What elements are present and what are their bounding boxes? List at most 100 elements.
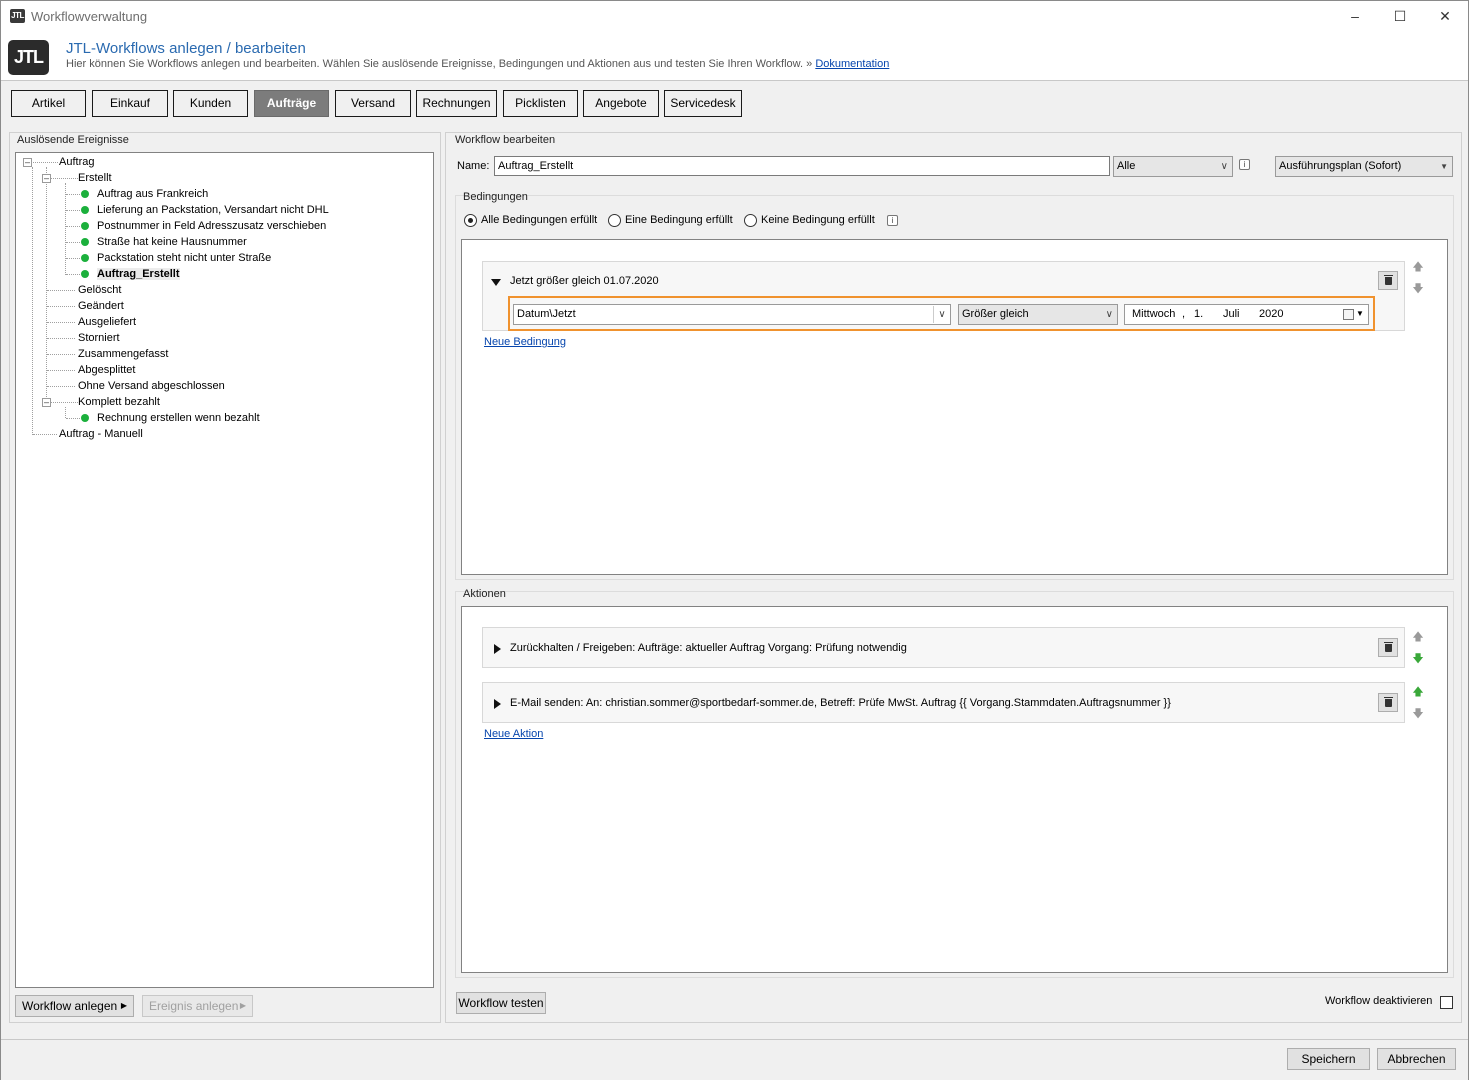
minimize-icon[interactable]: – bbox=[1332, 1, 1378, 31]
bottom-bar bbox=[1, 1039, 1468, 1080]
page-header: JTL JTL-Workflows anlegen / bearbeiten H… bbox=[1, 31, 1468, 81]
delete-action-icon[interactable] bbox=[1378, 638, 1398, 657]
tree-item-event[interactable]: Postnummer in Feld Adresszusatz verschie… bbox=[97, 220, 326, 232]
delete-action-icon[interactable] bbox=[1378, 693, 1398, 712]
arrow-up-icon[interactable]: 🡅 bbox=[1412, 686, 1424, 698]
radio-no-condition[interactable] bbox=[744, 214, 757, 227]
collapse-komplett-icon[interactable]: – bbox=[42, 398, 51, 407]
events-tree[interactable]: – Auftrag – Erstellt Auftrag aus Frankre… bbox=[15, 152, 434, 988]
tree-item-ohne-versand[interactable]: Ohne Versand abgeschlossen bbox=[78, 380, 225, 392]
arrow-up-icon[interactable]: 🡅 bbox=[1412, 631, 1424, 643]
tab-versand[interactable]: Versand bbox=[335, 90, 411, 117]
date-year: 2020 bbox=[1259, 308, 1284, 320]
radio-all-label[interactable]: Alle Bedingungen erfüllt bbox=[481, 214, 597, 226]
tab-rechnungen[interactable]: Rechnungen bbox=[416, 90, 497, 117]
new-condition-link[interactable]: Neue Bedingung bbox=[484, 336, 566, 348]
delete-condition-icon[interactable] bbox=[1378, 271, 1398, 290]
date-month: Juli bbox=[1223, 308, 1240, 320]
page-subtitle: Hier können Sie Workflows anlegen und be… bbox=[66, 58, 889, 70]
condition-title[interactable]: Jetzt größer gleich 01.07.2020 bbox=[510, 275, 659, 287]
tree-item-selected[interactable]: Auftrag_Erstellt bbox=[97, 268, 180, 280]
create-workflow-button[interactable]: Workflow anlegen ▶ bbox=[15, 995, 134, 1017]
operator-value: Größer gleich bbox=[962, 308, 1029, 320]
tree-item-event[interactable]: Straße hat keine Hausnummer bbox=[97, 236, 247, 248]
window-title: Workflowverwaltung bbox=[31, 9, 148, 24]
collapse-auftrag-icon[interactable]: – bbox=[23, 158, 32, 167]
close-icon[interactable]: ✕ bbox=[1422, 1, 1468, 31]
tab-einkauf[interactable]: Einkauf bbox=[92, 90, 168, 117]
caret-right-icon: ▶ bbox=[120, 1001, 127, 1010]
chevron-down-icon: ∨ bbox=[1105, 309, 1113, 320]
action-title[interactable]: E-Mail senden: An: christian.sommer@spor… bbox=[510, 697, 1171, 709]
radio-none-label[interactable]: Keine Bedingung erfüllt bbox=[761, 214, 875, 226]
date-separator: , bbox=[1182, 308, 1186, 320]
status-dot-icon bbox=[81, 254, 89, 262]
action-title[interactable]: Zurückhalten / Freigeben: Aufträge: aktu… bbox=[510, 642, 907, 654]
tree-item-event[interactable]: Rechnung erstellen wenn bezahlt bbox=[97, 412, 260, 424]
tree-item-ausgeliefert[interactable]: Ausgeliefert bbox=[78, 316, 136, 328]
tab-picklisten[interactable]: Picklisten bbox=[503, 90, 578, 117]
arrow-up-icon[interactable]: 🡅 bbox=[1412, 261, 1424, 273]
tree-item-komplett-bezahlt[interactable]: Komplett bezahlt bbox=[78, 396, 160, 408]
new-action-link[interactable]: Neue Aktion bbox=[484, 728, 543, 740]
tree-item-abgesplittet[interactable]: Abgesplittet bbox=[78, 364, 135, 376]
arrow-down-icon[interactable]: 🡇 bbox=[1412, 708, 1424, 720]
tab-auftraege[interactable]: Aufträge bbox=[254, 90, 329, 117]
date-weekday: Mittwoch bbox=[1132, 308, 1176, 320]
expand-action-icon[interactable] bbox=[494, 644, 501, 654]
create-event-label: Ereignis anlegen bbox=[149, 999, 239, 1013]
condition-field-select[interactable]: Datum\Jetzt ∨ bbox=[513, 304, 951, 325]
tree-item-event[interactable]: Auftrag aus Frankreich bbox=[97, 188, 208, 200]
page-title: JTL-Workflows anlegen / bearbeiten bbox=[66, 40, 306, 57]
chevron-down-icon: ∨ bbox=[1220, 161, 1228, 172]
execution-plan-value: Ausführungsplan (Sofort) bbox=[1279, 160, 1402, 172]
info-icon[interactable]: i bbox=[887, 215, 898, 226]
status-dot-icon bbox=[81, 206, 89, 214]
tree-item-geaendert[interactable]: Geändert bbox=[78, 300, 124, 312]
arrow-down-icon[interactable]: 🡇 bbox=[1412, 653, 1424, 665]
execution-plan-select[interactable]: Ausführungsplan (Sofort) ▼ bbox=[1275, 156, 1453, 177]
operator-select[interactable]: Größer gleich ∨ bbox=[958, 304, 1118, 325]
status-dot-icon bbox=[81, 222, 89, 230]
tree-item-geloescht[interactable]: Gelöscht bbox=[78, 284, 121, 296]
create-event-button[interactable]: Ereignis anlegen ▶ bbox=[142, 995, 253, 1017]
name-label: Name: bbox=[457, 160, 490, 172]
scope-select[interactable]: Alle ∨ bbox=[1113, 156, 1233, 177]
condition-field-value: Datum\Jetzt bbox=[517, 308, 576, 320]
caret-down-icon: ▼ bbox=[1440, 162, 1448, 171]
radio-all-conditions[interactable] bbox=[464, 214, 477, 227]
conditions-label: Bedingungen bbox=[463, 191, 528, 203]
collapse-condition-icon[interactable] bbox=[491, 279, 501, 286]
radio-one-condition[interactable] bbox=[608, 214, 621, 227]
radio-one-label[interactable]: Eine Bedingung erfüllt bbox=[625, 214, 733, 226]
tree-item-erstellt[interactable]: Erstellt bbox=[78, 172, 112, 184]
cancel-button[interactable]: Abbrechen bbox=[1377, 1048, 1456, 1070]
caret-down-icon[interactable]: ▼ bbox=[1356, 305, 1364, 323]
arrow-down-icon[interactable]: 🡇 bbox=[1412, 283, 1424, 295]
tree-item-event[interactable]: Lieferung an Packstation, Versandart nic… bbox=[97, 204, 329, 216]
title-bar: JTL Workflowverwaltung – ☐ ✕ bbox=[1, 1, 1468, 31]
info-icon[interactable]: i bbox=[1239, 159, 1250, 170]
tree-item-zusammengefasst[interactable]: Zusammengefasst bbox=[78, 348, 168, 360]
tree-item-auftrag-manuell[interactable]: Auftrag - Manuell bbox=[59, 428, 143, 440]
maximize-icon[interactable]: ☐ bbox=[1377, 1, 1423, 31]
tree-item-auftrag[interactable]: Auftrag bbox=[59, 156, 94, 168]
chevron-down-icon: ∨ bbox=[933, 306, 950, 323]
expand-action-icon[interactable] bbox=[494, 699, 501, 709]
save-button[interactable]: Speichern bbox=[1287, 1048, 1370, 1070]
status-dot-icon bbox=[81, 238, 89, 246]
tab-kunden[interactable]: Kunden bbox=[173, 90, 248, 117]
deactivate-checkbox[interactable] bbox=[1440, 996, 1453, 1009]
name-input[interactable]: Auftrag_Erstellt bbox=[494, 156, 1110, 176]
app-icon: JTL bbox=[10, 9, 25, 23]
collapse-erstellt-icon[interactable]: – bbox=[42, 174, 51, 183]
tab-angebote[interactable]: Angebote bbox=[583, 90, 659, 117]
test-workflow-button[interactable]: Workflow testen bbox=[456, 992, 546, 1014]
date-picker[interactable]: Mittwoch , 1. Juli 2020 ▼ bbox=[1124, 304, 1369, 325]
calendar-icon[interactable] bbox=[1343, 309, 1354, 320]
tree-item-storniert[interactable]: Storniert bbox=[78, 332, 120, 344]
documentation-link[interactable]: Dokumentation bbox=[815, 58, 889, 70]
tab-servicedesk[interactable]: Servicedesk bbox=[664, 90, 742, 117]
tree-item-event[interactable]: Packstation steht nicht unter Straße bbox=[97, 252, 271, 264]
tab-artikel[interactable]: Artikel bbox=[11, 90, 86, 117]
